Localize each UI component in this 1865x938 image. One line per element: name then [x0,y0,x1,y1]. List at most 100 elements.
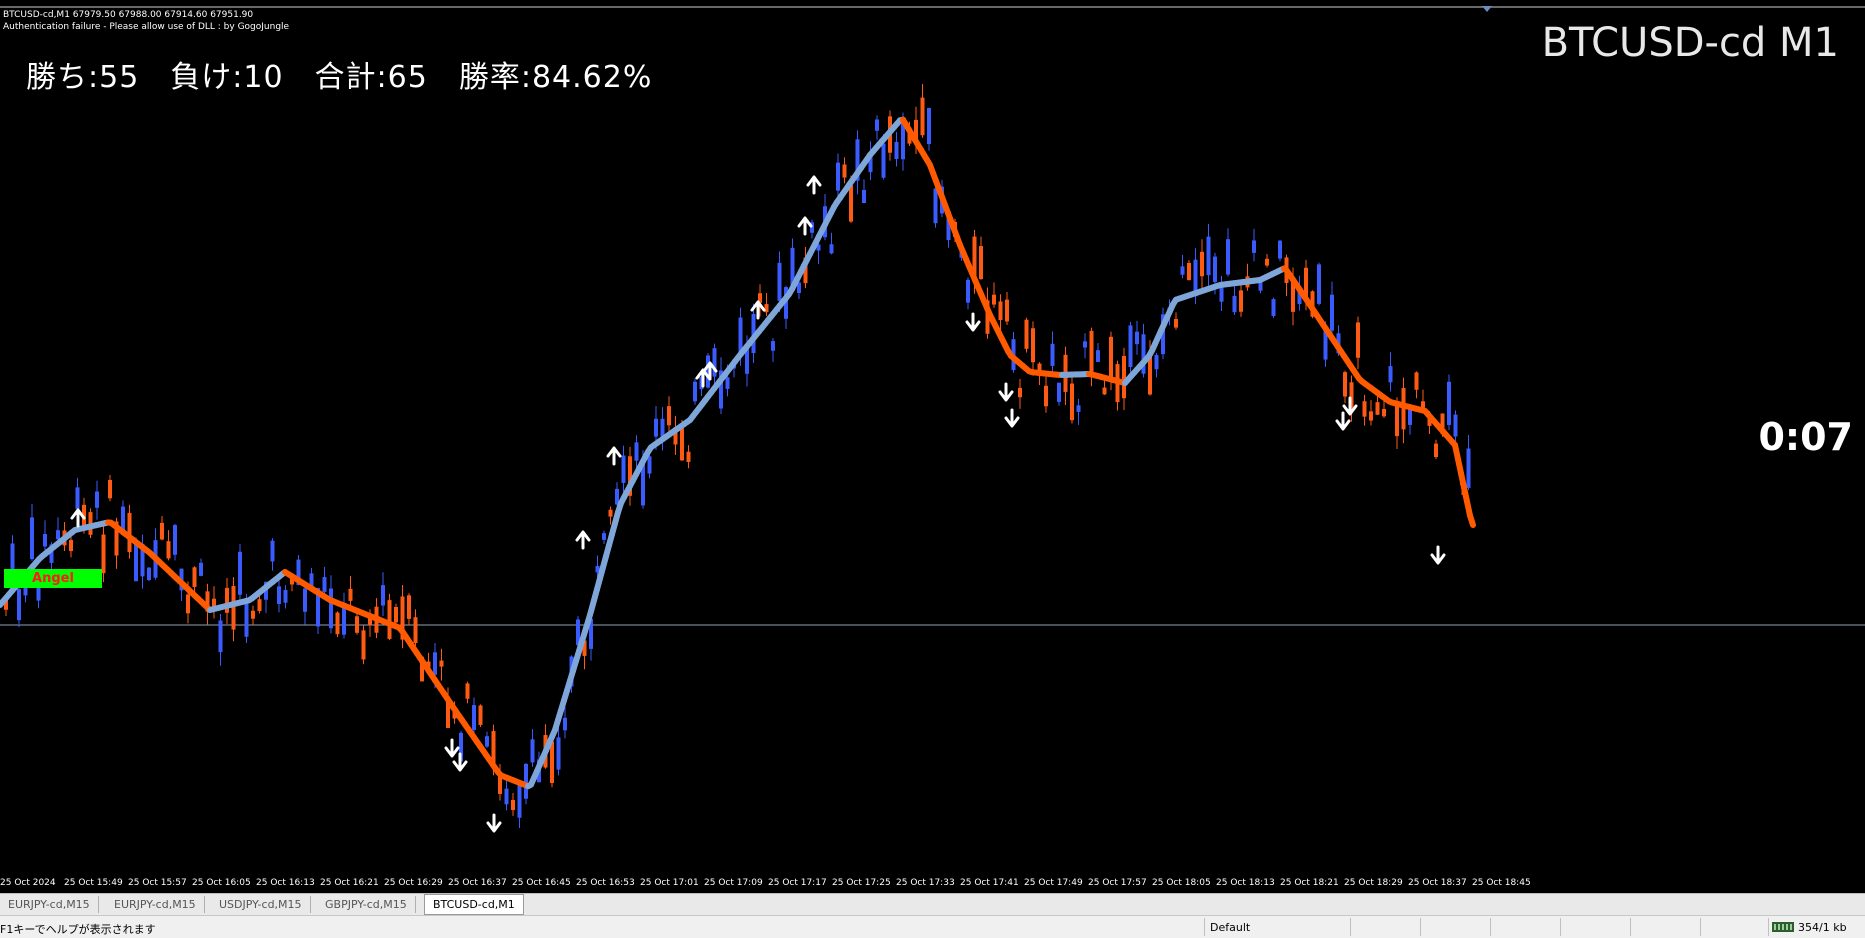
status-divider [1630,918,1631,936]
connection-bars-icon [1772,922,1794,932]
candle-body [1077,405,1081,412]
candle-body [232,586,236,630]
candle-body [1252,240,1256,252]
time-axis-label: 25 Oct 18:29 [1344,878,1403,888]
status-divider [1490,918,1491,936]
candle-body [1343,372,1347,396]
candlestick-series [4,84,1471,828]
candle-body [1200,252,1204,276]
time-axis-label: 25 Oct 16:45 [512,878,571,888]
candle-body [654,419,658,437]
tab-eurjpy-m15-a[interactable]: EURJPY-cd,M15 [0,896,99,913]
candle-body [1207,237,1211,275]
candle-body [1356,322,1360,357]
candle-body [95,492,99,508]
candle-body [1239,290,1243,311]
time-axis-label: 25 Oct 17:25 [832,878,891,888]
candle-body [557,737,561,769]
candle-body [1226,239,1230,274]
candle-body [251,611,255,619]
time-axis-label: 25 Oct 17:01 [640,878,699,888]
candle-body [771,341,775,351]
tab-gbpjpy-m15[interactable]: GBPJPY-cd,M15 [317,896,416,913]
candle-body [303,588,307,611]
sell-arrow-icon [454,754,466,770]
candle-body [680,428,684,460]
chart-shift-marker-icon[interactable] [1482,6,1492,12]
candle-body [108,480,112,498]
candle-body [472,705,476,730]
buy-arrow-icon [808,177,820,193]
price-chart[interactable]: BTCUSD-cd,M1 67979.50 67988.00 67914.60 … [0,0,1865,875]
candle-body [1018,388,1022,397]
time-axis-label: 25 Oct 2024 [0,878,56,888]
time-axis-label: 25 Oct 15:57 [128,878,187,888]
sell-arrow-icon [967,314,979,330]
candle-body [30,517,34,559]
candle-body [966,280,970,303]
tab-usdjpy-m15[interactable]: USDJPY-cd,M15 [211,896,311,913]
candle-body [277,586,281,604]
candle-body [323,577,327,592]
candle-body [1031,328,1035,362]
candle-body [1187,263,1191,280]
symbol-title: BTCUSD-cd M1 [1542,20,1839,66]
buy-arrow-icon [577,532,589,548]
candle-body [1363,401,1367,416]
candle-body [1376,402,1380,415]
candle-body [726,377,730,389]
candle-body [219,620,223,652]
candle-body [934,188,938,223]
candle-body [505,789,509,805]
candle-body [1467,449,1471,488]
candle-body [635,442,639,460]
status-divider [1560,918,1561,936]
tab-eurjpy-m15-b[interactable]: EURJPY-cd,M15 [106,896,205,913]
candle-body [17,589,21,620]
candle-body [102,534,106,573]
candle-body [849,185,853,221]
candle-body [1317,264,1321,303]
sell-arrow-icon [1432,547,1444,563]
candle-body [1129,325,1133,367]
candle-body [329,588,333,628]
ma-segment [1470,516,1473,525]
symbol-ohlc-info: BTCUSD-cd,M1 67979.50 67988.00 67914.60 … [3,10,253,21]
time-axis-label: 25 Oct 17:33 [896,878,955,888]
candle-body [1434,444,1438,457]
sell-arrow-icon [1006,410,1018,426]
candle-body [1447,382,1451,425]
time-axis-label: 25 Oct 16:13 [256,878,315,888]
status-divider [1700,918,1701,936]
candle-body [524,764,528,799]
time-axis-label: 25 Oct 17:09 [704,878,763,888]
candle-body [830,244,834,253]
chart-canvas[interactable] [0,0,1865,875]
status-help-text: F1キーでヘルプが表示されます [0,921,156,937]
candle-body [1408,409,1412,425]
win-loss-stats: 勝ち:55 負け:10 合計:65 勝率:84.62% [26,52,652,96]
time-axis: 25 Oct 202425 Oct 15:4925 Oct 15:5725 Oc… [0,875,1865,893]
candle-body [56,530,60,539]
sell-arrow-icon [1344,398,1356,414]
candle-body [1454,415,1458,437]
candle-body [485,736,489,746]
candle-body [355,616,359,633]
angel-label: Angel [4,569,102,588]
candle-body [479,705,483,724]
time-axis-label: 25 Oct 16:29 [384,878,443,888]
candle-body [69,540,73,551]
tab-btcusd-m1[interactable]: BTCUSD-cd,M1 [424,894,524,915]
sell-arrow-icon [1000,384,1012,400]
candle-body [1389,366,1393,382]
candle-body [1259,282,1263,291]
candle-body [1005,300,1009,322]
candle-body [1096,350,1100,362]
status-divider [1350,918,1351,936]
candle-body [992,295,996,305]
candle-body [1272,299,1276,316]
candle-body [134,541,138,581]
candle-body [836,163,840,191]
time-axis-label: 25 Oct 16:21 [320,878,379,888]
candle-body [147,568,151,580]
